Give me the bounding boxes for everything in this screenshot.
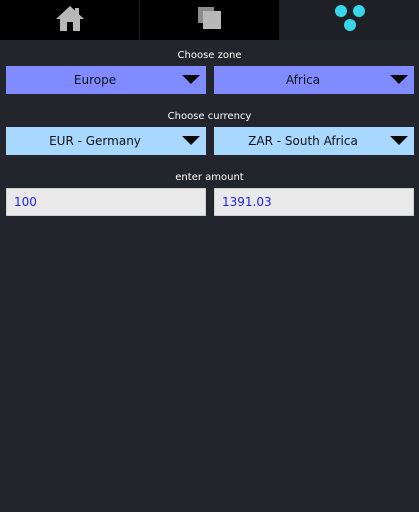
chevron-down-icon [390,136,408,145]
home-icon [55,4,85,36]
currency-to-value: ZAR - South Africa [248,134,358,148]
choose-zone-label: Choose zone [177,50,242,61]
enter-amount-label: enter amount [175,172,244,183]
converted-amount-field[interactable]: 1391.03 [214,188,414,216]
zone-from-select[interactable]: Europe [6,66,206,94]
zone-to-value: Africa [285,73,321,87]
amount-input[interactable]: 100 [6,188,206,216]
documents-icon [196,5,224,35]
choose-currency-label: Choose currency [167,111,252,122]
currency-from-select[interactable]: EUR - Germany [6,127,206,155]
currency-from-value: EUR - Germany [49,134,141,148]
dots-icon [333,3,367,37]
converted-amount-value: 1391.03 [222,195,272,209]
chevron-down-icon [182,136,200,145]
tab-dots[interactable] [279,0,419,40]
tab-home[interactable] [0,0,139,40]
zone-from-value: Europe [73,73,117,87]
amount-input-value: 100 [14,195,37,209]
chevron-down-icon [390,75,408,84]
currency-to-select[interactable]: ZAR - South Africa [214,127,414,155]
zone-to-select[interactable]: Africa [214,66,414,94]
chevron-down-icon [182,75,200,84]
tab-documents[interactable] [139,0,279,40]
tab-bar [0,0,419,40]
